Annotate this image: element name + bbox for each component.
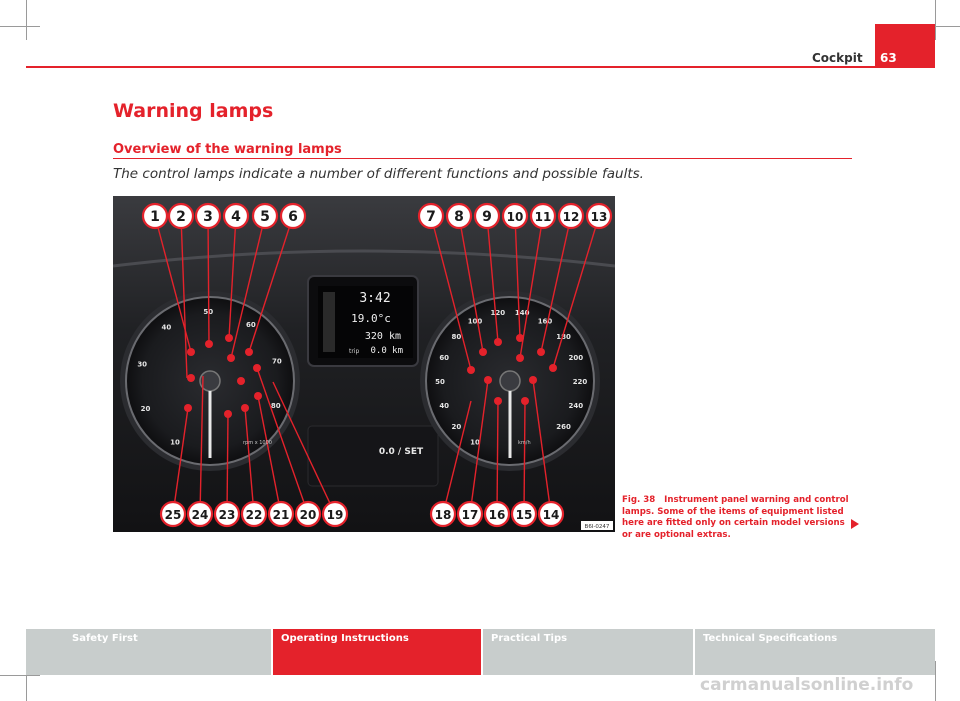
crop-mark [26, 0, 27, 40]
callout-number: 4 [231, 209, 241, 225]
callout-number: 7 [426, 209, 436, 225]
callout-number: 3 [203, 209, 213, 225]
callout-number: 23 [219, 508, 236, 522]
gauge-tick-label: 70 [272, 357, 282, 365]
display-trip-label: trip [349, 348, 359, 355]
lamp-icon [237, 377, 245, 385]
instrument-panel-figure: 10 20 30 40 50 60 70 80 10 20 40 50 60 80 100 120 140 16… [113, 196, 615, 532]
callout-number: 8 [454, 209, 464, 225]
section-title: Cockpit [812, 51, 863, 65]
callout-number: 22 [246, 508, 263, 522]
callout-number: 2 [176, 209, 186, 225]
display-range: 320 km [365, 331, 401, 342]
callout-number: 19 [327, 508, 344, 522]
callout-number: 25 [165, 508, 182, 522]
section-subtitle: Overview of the warning lamps [113, 142, 342, 157]
callout-line [207, 215, 210, 345]
gauge-tick-label: 80 [271, 402, 281, 410]
callout-number: 10 [507, 210, 524, 224]
callout-number: 18 [435, 508, 452, 522]
crop-mark [0, 26, 40, 27]
display-time: 3:42 [359, 291, 390, 306]
callout-line [523, 400, 526, 515]
gauge-tick-label: 160 [538, 317, 553, 325]
callout-number: 16 [489, 508, 506, 522]
callout-number: 13 [591, 210, 608, 224]
callout-number: 1 [150, 209, 160, 225]
rpm-label: rpm x 1000 [243, 440, 272, 446]
gauge-tick-label: 200 [568, 354, 583, 362]
speed-unit-label: km/h [518, 440, 531, 446]
callout-number: 9 [482, 209, 492, 225]
figure-code: B6I-0247 [585, 524, 610, 530]
callout-number: 12 [563, 210, 580, 224]
gauge-tick-label: 60 [439, 354, 449, 362]
header-rule [26, 66, 935, 68]
gauge-tick-label: 220 [573, 378, 588, 386]
crop-mark [935, 0, 936, 40]
gauge-tick-label: 20 [141, 405, 151, 413]
continue-arrow-icon [851, 519, 859, 529]
footer-tab-technical-specifications[interactable]: Technical Specifications [695, 629, 935, 675]
footer-tab-safety-first[interactable]: Safety First [26, 629, 271, 675]
gauge-tick-label: 80 [452, 333, 462, 341]
crop-mark [935, 661, 936, 701]
gauge-tick-label: 240 [568, 402, 583, 410]
callout-number: 24 [192, 508, 209, 522]
gauge-tick-label: 20 [452, 423, 462, 431]
figure-caption: Fig. 38 Instrument panel warning and con… [622, 495, 852, 541]
page-title: Warning lamps [113, 100, 274, 122]
gauge-tick-label: 40 [162, 323, 172, 331]
page-number: 63 [880, 51, 897, 65]
display-temperature: 19.0°c [351, 312, 391, 325]
callout-number: 14 [543, 508, 560, 522]
watermark: carmanualsonline.info [700, 675, 914, 695]
callout-line [226, 413, 229, 515]
caption-text: Instrument panel warning and control lam… [622, 495, 849, 540]
callout-number: 17 [462, 508, 479, 522]
display-trip: 0.0 km [370, 346, 403, 356]
lamp-icon [187, 374, 195, 382]
callout-line [496, 400, 499, 515]
gauge-tick-label: 40 [439, 402, 449, 410]
caption-label: Fig. 38 [622, 495, 656, 505]
crop-mark [0, 675, 40, 676]
footer-tab-operating-instructions[interactable]: Operating Instructions [273, 629, 481, 675]
callout-number: 15 [516, 508, 533, 522]
callout-number: 21 [273, 508, 290, 522]
gauge-tick-label: 60 [246, 321, 256, 329]
intro-text: The control lamps indicate a number of d… [113, 166, 644, 182]
gauge-tick-label: 30 [137, 361, 147, 369]
gauge-tick-label: 10 [170, 439, 180, 447]
footer-tab-practical-tips[interactable]: Practical Tips [483, 629, 693, 675]
subtitle-rule [113, 158, 852, 159]
gauge-tick-label: 100 [468, 317, 483, 325]
gauge-tick-label: 120 [490, 309, 505, 317]
center-set-label: 0.0 / SET [379, 447, 424, 457]
callout-number: 11 [535, 210, 552, 224]
instrument-panel-drawing: 1020304050607080 102040506080100120 14016… [113, 196, 615, 532]
gauge-tick-label: 260 [556, 423, 571, 431]
callout-number: 5 [260, 209, 270, 225]
callout-number: 20 [300, 508, 317, 522]
callout-number: 6 [288, 209, 298, 225]
gauge-tick-label: 50 [435, 378, 445, 386]
